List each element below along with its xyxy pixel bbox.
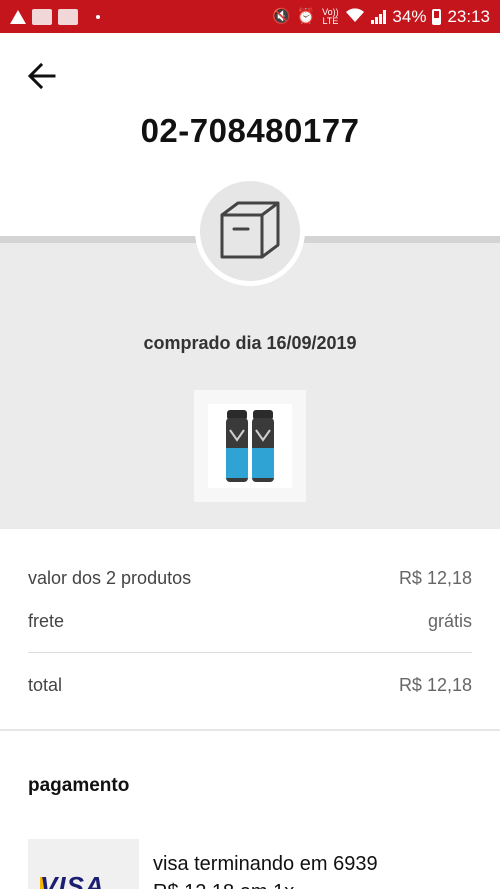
order-id-title: 02-708480177 — [140, 112, 360, 149]
package-box-icon — [220, 201, 280, 259]
products-value-row: valor dos 2 produtos R$ 12,18 — [28, 568, 472, 589]
shipping-amount: grátis — [427, 611, 472, 631]
battery-icon — [432, 8, 442, 25]
notification-icons — [10, 8, 100, 25]
summary-divider — [28, 652, 472, 653]
status-bar: 🔇 ⏰ Vo)) LTE 34% 23:13 — [0, 0, 500, 33]
system-indicators: 🔇 ⏰ Vo)) LTE 34% 23:13 — [272, 7, 490, 27]
signal-icon — [371, 9, 387, 24]
app-notification-icon-2 — [58, 8, 78, 25]
mute-icon: 🔇 — [272, 8, 291, 25]
battery-percentage: 34% — [392, 6, 427, 26]
alarm-icon: ⏰ — [296, 8, 316, 25]
clock: 23:13 — [447, 6, 490, 26]
more-notifications-dot — [96, 14, 100, 19]
wifi-icon — [345, 7, 365, 26]
deodorant-cans-image — [226, 410, 274, 482]
total-label: total — [28, 675, 63, 695]
back-button[interactable] — [22, 58, 62, 94]
visa-logo: VISA — [40, 871, 105, 889]
order-status-badge — [195, 176, 305, 286]
section-separator — [0, 729, 500, 731]
app-notification-icon — [32, 8, 52, 25]
shipping-row: frete grátis — [28, 611, 472, 632]
volte-icon: Vo)) LTE — [322, 6, 339, 26]
payment-installments: R$ 12,18 em 1x — [153, 881, 294, 889]
products-value-amount: R$ 12,18 — [398, 568, 472, 588]
arrow-left-icon — [27, 62, 56, 90]
products-value-label: valor dos 2 produtos — [28, 568, 192, 588]
purchase-date: comprado dia 16/09/2019 — [143, 333, 357, 353]
product-image — [208, 404, 292, 488]
payment-section-title: pagamento — [28, 775, 130, 796]
warning-icon — [10, 9, 26, 24]
total-amount: R$ 12,18 — [398, 675, 472, 695]
card-brand-tile: VISA — [28, 839, 139, 889]
total-row: total R$ 12,18 — [28, 675, 472, 696]
product-thumbnail[interactable] — [194, 390, 306, 502]
card-description: visa terminando em 6939 — [153, 853, 378, 875]
shipping-label: frete — [28, 611, 65, 631]
